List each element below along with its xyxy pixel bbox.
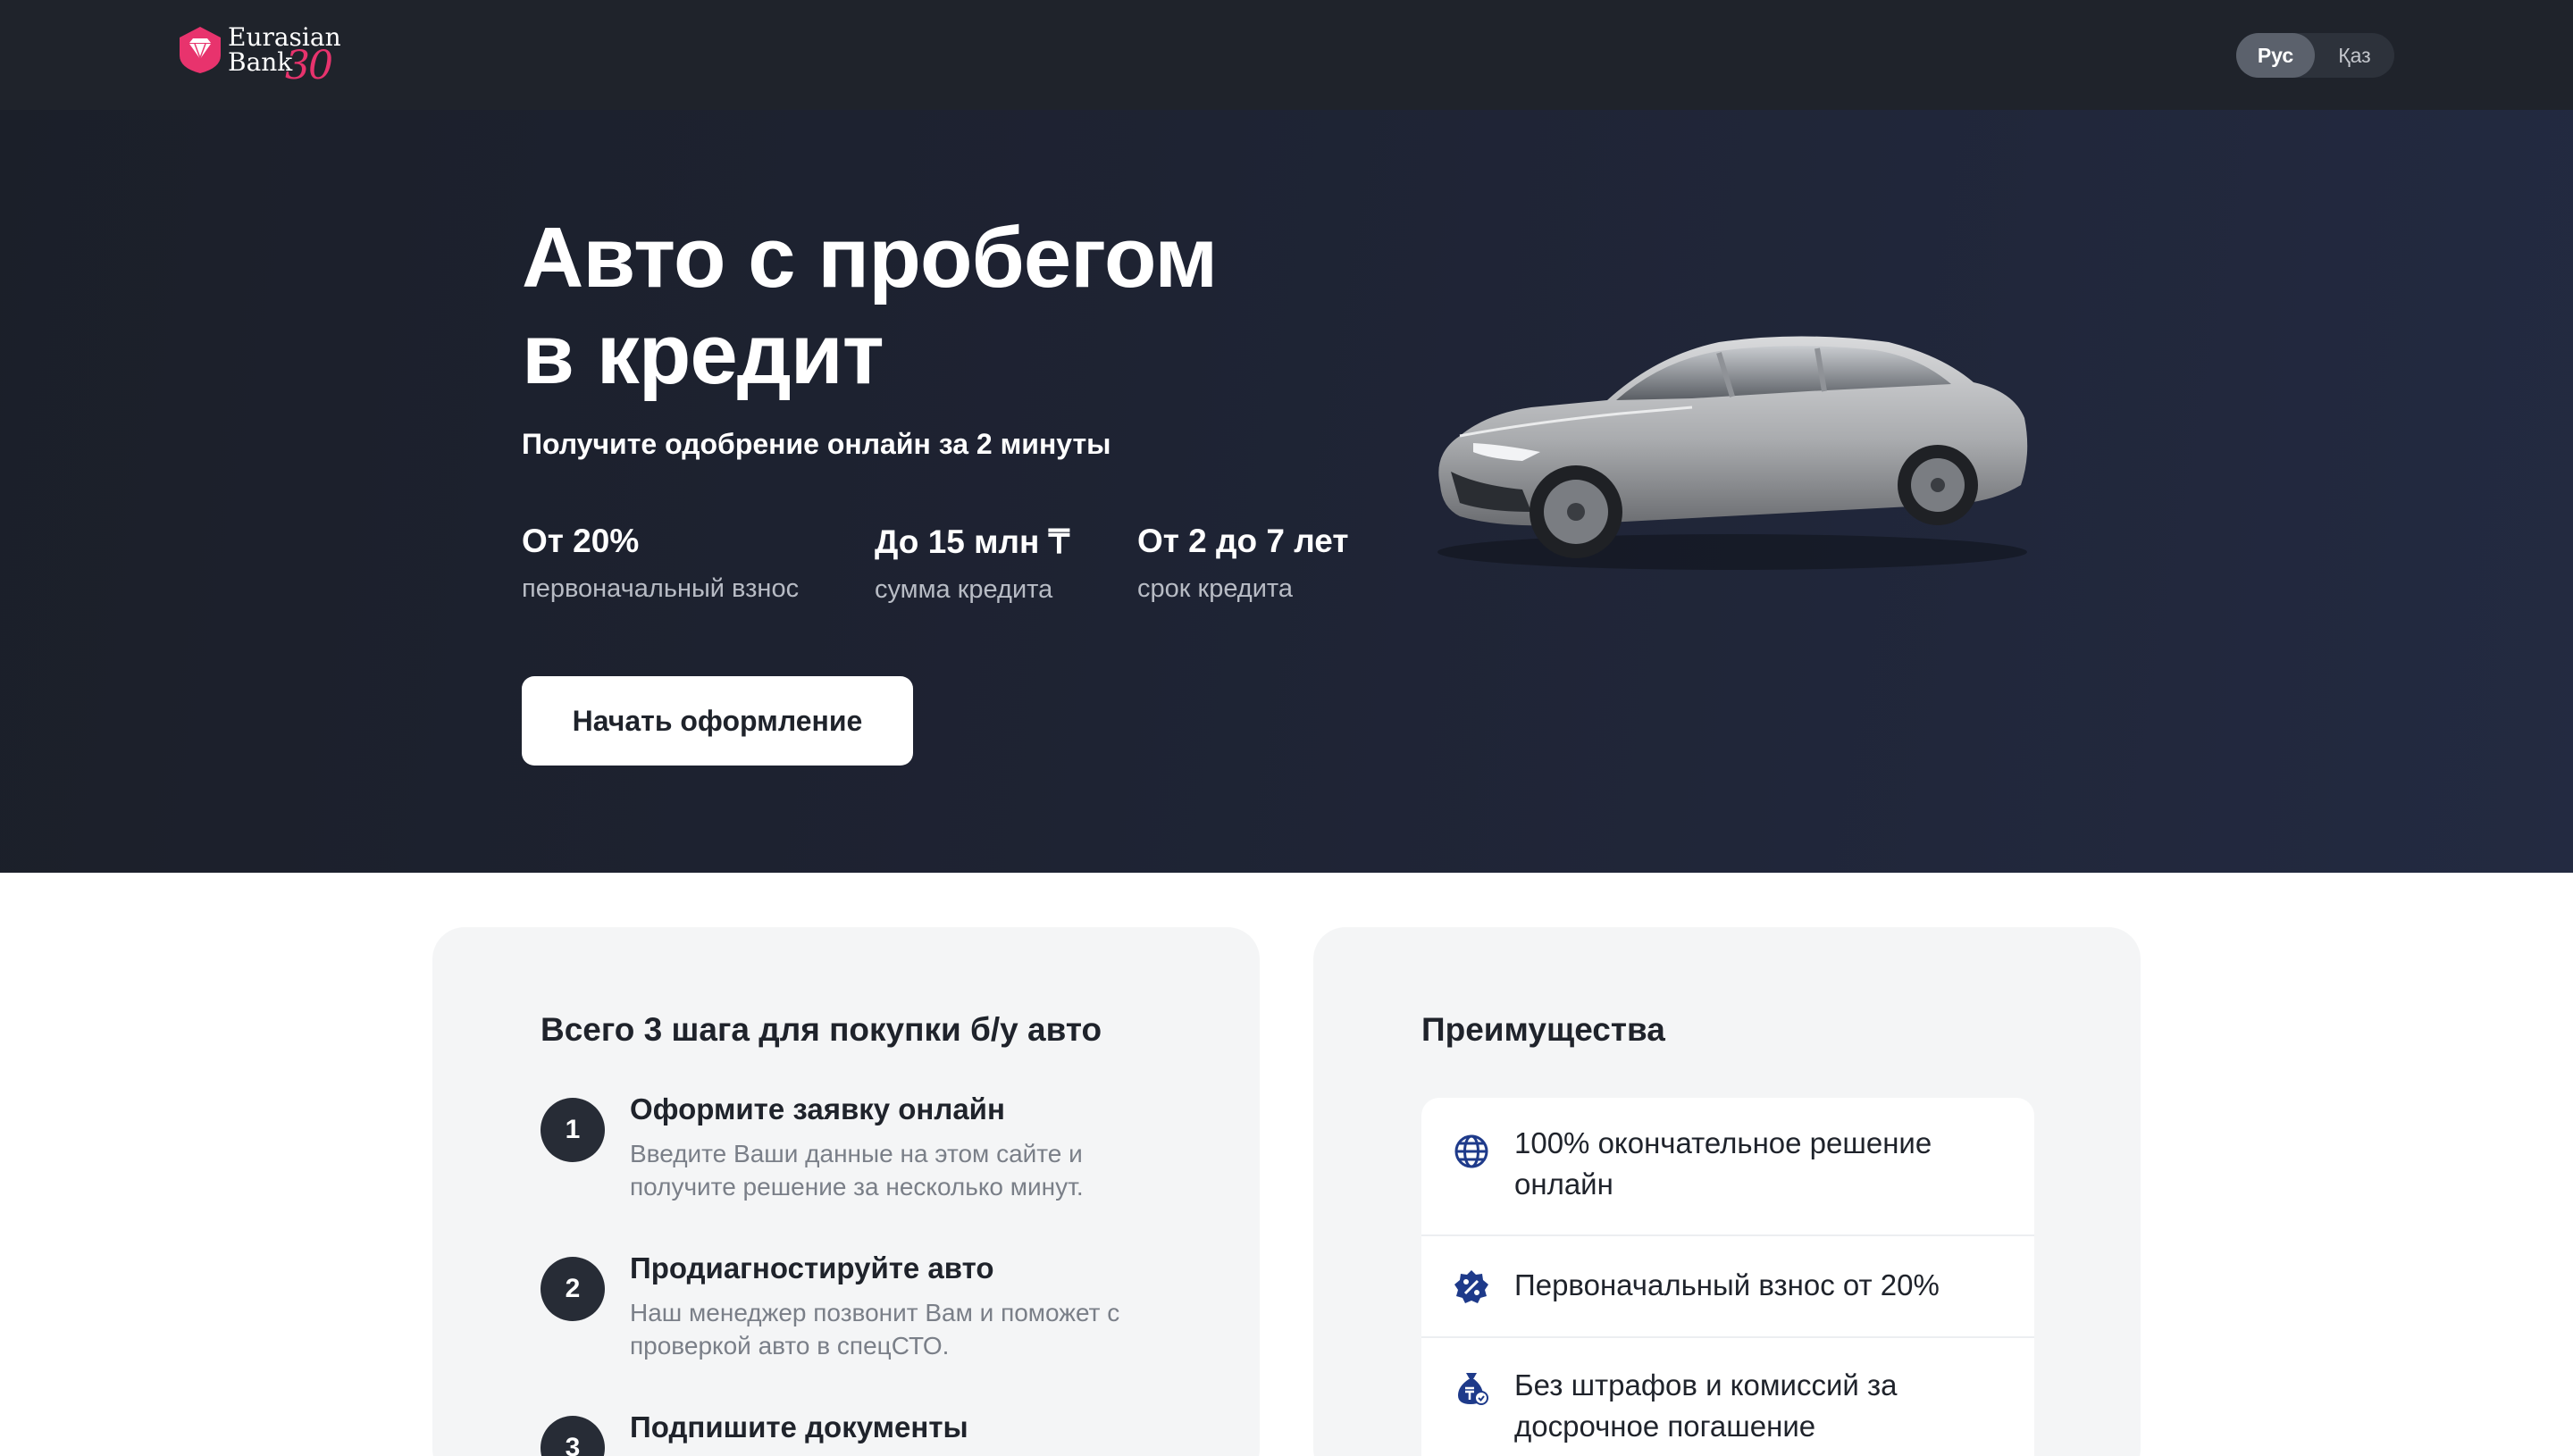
stat-caption: срок кредита [1137,574,1294,603]
stat-down-payment: От 20% первоначальный взнос [522,523,799,604]
step-title: Оформите заявку онлайн [630,1092,1005,1125]
hero-section: Авто с пробегом в кредит Получите одобре… [0,110,2573,873]
advantage-text: Первоначальный взнос от 20% [1514,1268,1940,1301]
stat-caption: сумма кредита [875,575,1053,604]
advantages-list: 100% окончательное решение онлайн Первон… [1421,1098,2034,1456]
advantages-card-title: Преимущества [1421,1011,1665,1048]
step-number-badge: 3 [541,1416,605,1456]
diamond-logo-icon [180,27,221,73]
step-title: Подпишите документы [630,1410,968,1443]
eurasian-bank-logo[interactable]: Eurasian Bank 30 [178,25,341,86]
advantage-item: Первоначальный взнос от 20% [1421,1236,2034,1338]
hero-title: Авто с пробегом в кредит [522,210,1326,403]
stat-loan-amount: До 15 млн ₸ сумма кредита [875,523,1069,605]
advantage-text: 100% окончательное решение онлайн [1514,1126,1932,1201]
advantage-item: 100% окончательное решение онлайн [1421,1098,2034,1236]
hero-title-line-2: в кредит [522,306,884,402]
step-title: Продиагностируйте авто [630,1251,994,1284]
logo-anniversary: 30 [285,43,333,88]
car-image [1437,336,2028,570]
stat-value: От 2 до 7 лет [1137,523,1349,559]
top-header: Eurasian Bank 30 Рус Қаз [0,0,2573,110]
stat-caption: первоначальный взнос [522,574,800,603]
percent-badge-icon [1454,1270,1488,1303]
language-switcher: Рус Қаз [2236,33,2394,78]
hero-subtitle: Получите одобрение онлайн за 2 минуты [522,428,1111,460]
logo-wordmark: Eurasian Bank 30 [228,25,341,86]
advantages-card: Преимущества 100% окончательное решение … [1313,927,2141,1456]
globe-icon [1454,1134,1488,1168]
step-description: Наш менеджер позвонит Вам и поможет с пр… [630,1299,1120,1360]
money-bag-icon [1458,1373,1488,1405]
lang-ru-button[interactable]: Рус [2236,33,2315,78]
stat-value: От 20% [522,523,640,559]
steps-card-title: Всего 3 шага для покупки б/у авто [541,1011,1102,1048]
advantage-item: Без штрафов и комиссий за досрочное пога… [1421,1338,2034,1456]
stat-value: До 15 млн ₸ [875,523,1070,560]
stat-loan-term: От 2 до 7 лет срок кредита [1137,523,1349,604]
start-application-button[interactable]: Начать оформление [522,676,913,766]
lang-kz-button[interactable]: Қаз [2315,33,2394,78]
hero-title-line-1: Авто с пробегом [522,210,1218,305]
step-number-badge: 2 [541,1257,605,1321]
step-number-badge: 1 [541,1098,605,1162]
step-description: Введите Ваши данные на этом сайте и полу… [630,1140,1084,1201]
steps-card: Всего 3 шага для покупки б/у авто 1 Офор… [432,927,1260,1456]
advantage-text: Без штрафов и комиссий за досрочное пога… [1514,1368,1898,1443]
